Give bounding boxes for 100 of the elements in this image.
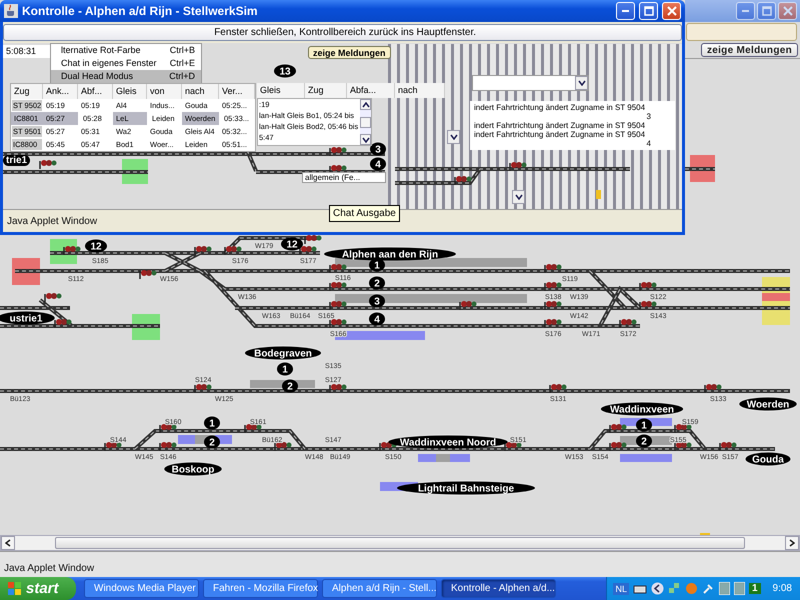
column-header[interactable]: Ank... <box>43 84 78 99</box>
language-indicator[interactable]: NL <box>613 582 629 594</box>
signal-icon[interactable] <box>159 442 176 452</box>
platform-number: 1 <box>277 362 293 376</box>
signal-icon[interactable] <box>224 246 242 256</box>
signal-icon[interactable] <box>544 282 562 292</box>
close-control-button[interactable]: Fenster schließen, Kontrollbereich zurück ins Hauptfenster. <box>3 24 682 41</box>
station-label: Gouda <box>746 452 790 466</box>
tray-badge[interactable]: 1 <box>748 583 761 594</box>
platform-number: 3 <box>369 294 385 308</box>
signal-icon[interactable] <box>329 264 346 274</box>
signal-icon[interactable] <box>54 319 72 328</box>
channel-select[interactable]: allgemein (Fe... <box>302 172 386 183</box>
platform-number: 2 <box>282 380 298 393</box>
window-title: Kontrolle - Alphen a/d Rijn - StellwerkSim <box>22 4 259 18</box>
signal-icon[interactable] <box>104 442 122 452</box>
scroll-up-button[interactable] <box>360 99 371 110</box>
signal-icon[interactable] <box>454 176 472 185</box>
show-messages-button[interactable]: zeige Meldungen <box>308 46 391 59</box>
signal-icon[interactable] <box>459 301 476 310</box>
column-header[interactable]: Ver... <box>219 84 255 99</box>
signal-icon[interactable] <box>159 424 176 434</box>
column-header[interactable]: von <box>147 84 182 99</box>
signal-icon[interactable] <box>674 424 692 434</box>
signal-icon[interactable] <box>504 442 522 452</box>
signal-icon[interactable] <box>244 424 262 434</box>
column-header[interactable]: Abf... <box>78 84 113 99</box>
signal-icon[interactable] <box>194 384 212 394</box>
taskbar-button[interactable]: Kontrolle - Alphen a/d... <box>441 579 556 598</box>
close-icon <box>782 6 792 16</box>
station-label: Woerden <box>739 398 797 411</box>
signal-icon[interactable] <box>329 319 346 328</box>
taskbar-button[interactable]: Alphen a/d Rijn - Stell... <box>322 579 437 598</box>
signal-icon[interactable] <box>609 424 626 434</box>
plug-icon[interactable] <box>702 582 715 595</box>
column-header[interactable]: nach <box>395 83 445 98</box>
signal-icon[interactable] <box>704 384 722 394</box>
taskbar-button[interactable]: Windows Media Player <box>84 579 199 598</box>
scrollbar-thumb[interactable] <box>55 537 745 550</box>
scroll-right-button[interactable] <box>785 536 799 550</box>
scroll-left-button[interactable] <box>1 536 15 550</box>
signal-icon[interactable] <box>274 442 292 452</box>
signal-icon[interactable] <box>509 162 526 171</box>
column-header[interactable]: Zug <box>11 84 43 99</box>
message-text: indert Fahrtrichtung ändert Zugname in ST 9504 <box>474 121 646 130</box>
signal-icon[interactable] <box>674 442 692 452</box>
signal-icon[interactable] <box>329 282 346 292</box>
signal-icon[interactable] <box>44 293 62 302</box>
cup-icon <box>4 4 18 18</box>
signal-icon[interactable] <box>194 246 212 256</box>
signal-icon[interactable] <box>39 160 56 169</box>
platform-number: 2 <box>636 434 652 448</box>
signal-icon[interactable] <box>544 301 562 310</box>
maximize-button[interactable] <box>639 2 658 20</box>
column-header[interactable]: Gleis <box>257 83 305 98</box>
signal-icon[interactable] <box>329 301 346 310</box>
close-button[interactable] <box>662 2 681 20</box>
taskbar-button[interactable]: Fahren - Mozilla Firefox <box>203 579 318 598</box>
signal-icon[interactable] <box>549 384 566 394</box>
column-header[interactable]: nach <box>182 84 219 99</box>
message-count: 3 <box>646 112 652 121</box>
column-header[interactable]: Abfa... <box>347 83 395 98</box>
occupancy-block <box>620 454 672 462</box>
show-messages-button[interactable]: zeige Meldungen <box>700 43 798 57</box>
signal-icon[interactable] <box>139 270 156 280</box>
tray-app-icon[interactable] <box>718 582 730 595</box>
signal-icon[interactable] <box>329 165 346 174</box>
maximize-button[interactable] <box>757 2 776 20</box>
signal-icon[interactable] <box>544 264 562 274</box>
signal-icon[interactable] <box>329 147 346 156</box>
scrollbar-thumb[interactable] <box>360 116 371 128</box>
station-label: Waddinxveen Noord <box>388 436 508 449</box>
signal-icon[interactable] <box>329 384 346 394</box>
column-header[interactable]: Zug <box>305 83 347 98</box>
signal-icon[interactable] <box>639 282 656 292</box>
signal-icon[interactable] <box>304 235 322 244</box>
signal-icon[interactable] <box>63 246 80 256</box>
dropdown-field[interactable] <box>472 75 589 91</box>
signal-icon[interactable] <box>544 319 562 328</box>
signal-icon[interactable] <box>619 319 636 328</box>
status-text: Java Applet Window <box>7 216 98 226</box>
minimize-button[interactable] <box>736 2 755 20</box>
close-button[interactable] <box>778 2 797 20</box>
signal-icon[interactable] <box>299 246 316 256</box>
signal-icon[interactable] <box>609 442 626 452</box>
scroll-down-button[interactable] <box>360 134 371 145</box>
tray-app-icon[interactable] <box>734 582 745 595</box>
signal-icon[interactable] <box>639 301 656 310</box>
signal-icon[interactable] <box>719 442 736 452</box>
menu-item[interactable]: Dual Head Modus Ctrl+D <box>51 70 201 83</box>
column-header[interactable]: Gleis <box>113 84 147 99</box>
platform-number: 3 <box>370 142 386 156</box>
menu-item[interactable]: lternative Rot-Farbe Ctrl+B <box>51 44 201 57</box>
menu-item[interactable]: Chat in eigenes Fenster Ctrl+E <box>51 57 201 70</box>
platform-number: 4 <box>370 158 386 170</box>
clock: 5:08:31 <box>3 45 50 58</box>
keyboard-icon[interactable] <box>632 582 647 594</box>
minimize-icon <box>622 10 629 12</box>
minimize-button[interactable] <box>616 2 635 20</box>
close-icon <box>666 6 676 16</box>
